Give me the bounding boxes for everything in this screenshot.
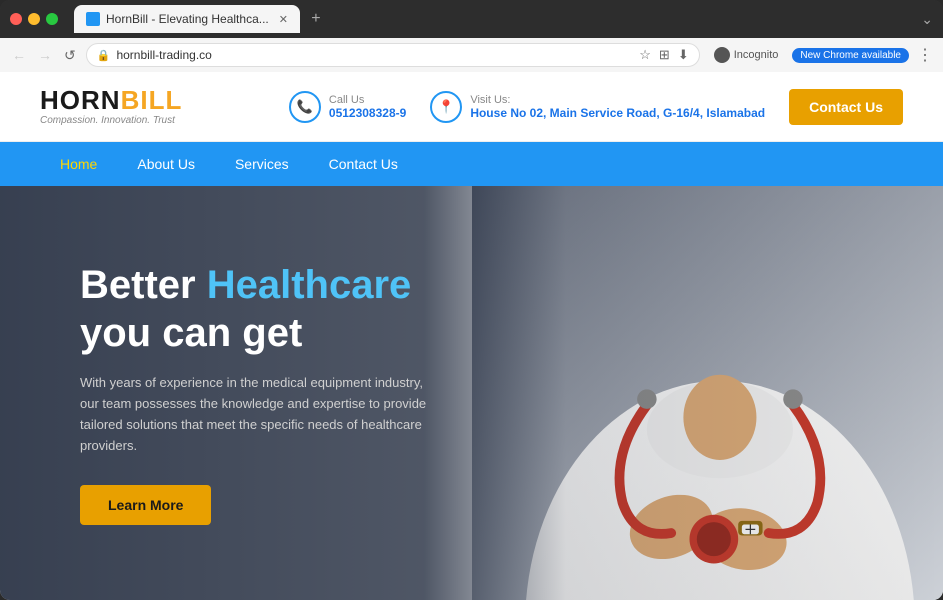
maximize-button[interactable]: [46, 13, 58, 25]
hero-title-part1: Better: [80, 263, 207, 307]
bookmark-icon[interactable]: ☆: [639, 47, 651, 63]
hero-title: Better Healthcare you can get: [80, 261, 440, 357]
logo-part1: HORN: [40, 85, 121, 115]
logo-area: HORNBILL Compassion. Innovation. Trust: [40, 87, 182, 126]
hero-title-highlight: Healthcare: [207, 263, 412, 307]
nav-home[interactable]: Home: [40, 142, 117, 186]
download-icon[interactable]: ⬇: [678, 47, 689, 63]
header-contact-button[interactable]: Contact Us: [789, 89, 903, 125]
call-label: Call Us: [329, 94, 406, 106]
site-nav: Home About Us Services Contact Us: [0, 142, 943, 186]
logo-part2: BILL: [121, 85, 183, 115]
phone-contact-item: 📞 Call Us 0512308328-9: [289, 91, 406, 123]
incognito-label: Incognito: [734, 49, 779, 61]
forward-button[interactable]: →: [36, 45, 54, 65]
learn-more-button[interactable]: Learn More: [80, 485, 211, 525]
visit-label: Visit Us:: [470, 94, 765, 106]
address-contact-item: 📍 Visit Us: House No 02, Main Service Ro…: [430, 91, 765, 123]
address-info: Visit Us: House No 02, Main Service Road…: [470, 94, 765, 120]
nav-about[interactable]: About Us: [117, 142, 215, 186]
traffic-lights: [10, 13, 58, 25]
tab-title: HornBill - Elevating Healthca...: [106, 12, 269, 26]
chrome-menu-button[interactable]: ⋮: [917, 45, 933, 65]
url-text: hornbill-trading.co: [116, 48, 211, 62]
extensions-icon[interactable]: ⊞: [659, 47, 670, 63]
active-tab[interactable]: HornBill - Elevating Healthca... ✕: [74, 5, 300, 33]
nav-contact[interactable]: Contact Us: [309, 142, 418, 186]
close-button[interactable]: [10, 13, 22, 25]
minimize-button[interactable]: [28, 13, 40, 25]
refresh-button[interactable]: ↺: [62, 45, 78, 66]
lock-icon: 🔒: [97, 49, 111, 62]
call-number: 0512308328-9: [329, 106, 406, 120]
chrome-update-badge[interactable]: New Chrome available: [792, 48, 909, 63]
website-content: HORNBILL Compassion. Innovation. Trust 📞…: [0, 72, 943, 600]
site-header: HORNBILL Compassion. Innovation. Trust 📞…: [0, 72, 943, 142]
incognito-icon: [714, 47, 730, 63]
chrome-options[interactable]: ⌄: [921, 11, 933, 28]
hero-content: Better Healthcare you can get With years…: [0, 186, 520, 600]
phone-info: Call Us 0512308328-9: [329, 94, 406, 120]
hero-title-part2: you can get: [80, 311, 302, 355]
hero-subtitle: With years of experience in the medical …: [80, 373, 440, 456]
tab-bar: HornBill - Elevating Healthca... ✕ +: [74, 5, 913, 33]
location-icon: 📍: [430, 91, 462, 123]
title-bar: HornBill - Elevating Healthca... ✕ + ⌄: [0, 0, 943, 38]
address-right-controls: ☆ ⊞ ⬇: [639, 47, 688, 63]
logo: HORNBILL: [40, 87, 182, 113]
tab-favicon: [86, 12, 100, 26]
browser-frame: HornBill - Elevating Healthca... ✕ + ⌄ ←…: [0, 0, 943, 600]
nav-services[interactable]: Services: [215, 142, 309, 186]
address-bar: ← → ↺ 🔒 hornbill-trading.co ☆ ⊞ ⬇ Incogn…: [0, 38, 943, 72]
logo-tagline: Compassion. Innovation. Trust: [40, 115, 182, 126]
incognito-area: Incognito: [708, 47, 785, 63]
new-tab-button[interactable]: +: [304, 7, 328, 31]
hero-section: Better Healthcare you can get With years…: [0, 186, 943, 600]
phone-icon: 📞: [289, 91, 321, 123]
back-button[interactable]: ←: [10, 45, 28, 65]
header-contact: 📞 Call Us 0512308328-9 📍 Visit Us: House…: [289, 89, 903, 125]
address-input[interactable]: 🔒 hornbill-trading.co ☆ ⊞ ⬇: [86, 43, 700, 67]
tab-close-button[interactable]: ✕: [279, 13, 288, 26]
visit-address: House No 02, Main Service Road, G-16/4, …: [470, 106, 765, 120]
